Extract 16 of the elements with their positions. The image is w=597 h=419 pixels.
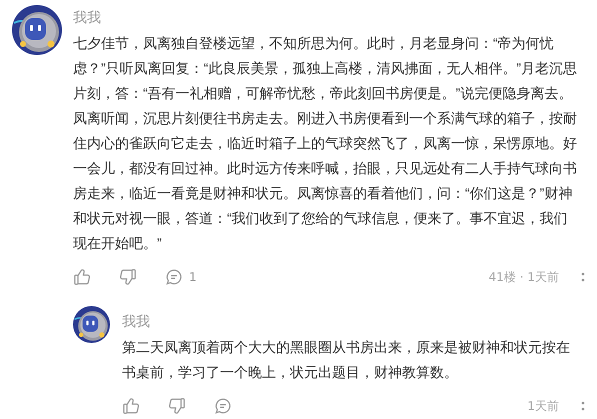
like-button[interactable]	[122, 397, 140, 415]
like-button[interactable]	[73, 268, 91, 286]
dislike-button[interactable]	[119, 268, 137, 286]
more-icon[interactable]	[581, 400, 585, 412]
comment-text: 七夕佳节，凤离独自登楼远望，不知所思为何。此时，月老显身问：“帝为何忧虑？”只听凤离回复：“此良辰美景，孤独上高楼，清风拂面，无人相伴。”月老沉思片刻，答：“吾有一礼相赠，可解帝忧愁，帝此刻回书房便是。”说完便隐身离去。凤离听闻，沉思片刻便往书房走去。刚进入书房便看到一个系满气球的箱子，按耐住内心的雀跃向它走去，临近时箱子上的气球突然飞了，凤离一惊，呆愣原地。好一会儿，都没有回过神。此时远方传来呼喊，抬眼，只见远处有二人手持气球向书房走来，临近一看竟是财神和状元。凤离惊喜的看着他们，问：“你们这是？”财神和状元对视一眼，答道：“我们收到了您给的气球信息，便来了。事不宜迟，我们现在开始吧。”	[73, 34, 578, 253]
comment-meta: 1天前	[527, 398, 559, 414]
user-avatar[interactable]	[73, 306, 110, 343]
reply-button[interactable]	[214, 397, 232, 415]
author-name[interactable]: 我我	[122, 312, 150, 332]
dislike-button[interactable]	[168, 397, 186, 415]
comment-text: 第二天凤离顶着两个大大的黑眼圈从书房出来，原来是被财神和状元按在书桌前，学习了一个晚上，状元出题目，财神教算数。	[122, 338, 571, 382]
author-name[interactable]: 我我	[73, 8, 101, 28]
user-avatar[interactable]	[12, 5, 62, 55]
more-icon[interactable]	[581, 271, 585, 283]
comment-meta: 41楼 · 1天前	[488, 268, 559, 286]
reply-button[interactable]: 1	[165, 268, 197, 286]
